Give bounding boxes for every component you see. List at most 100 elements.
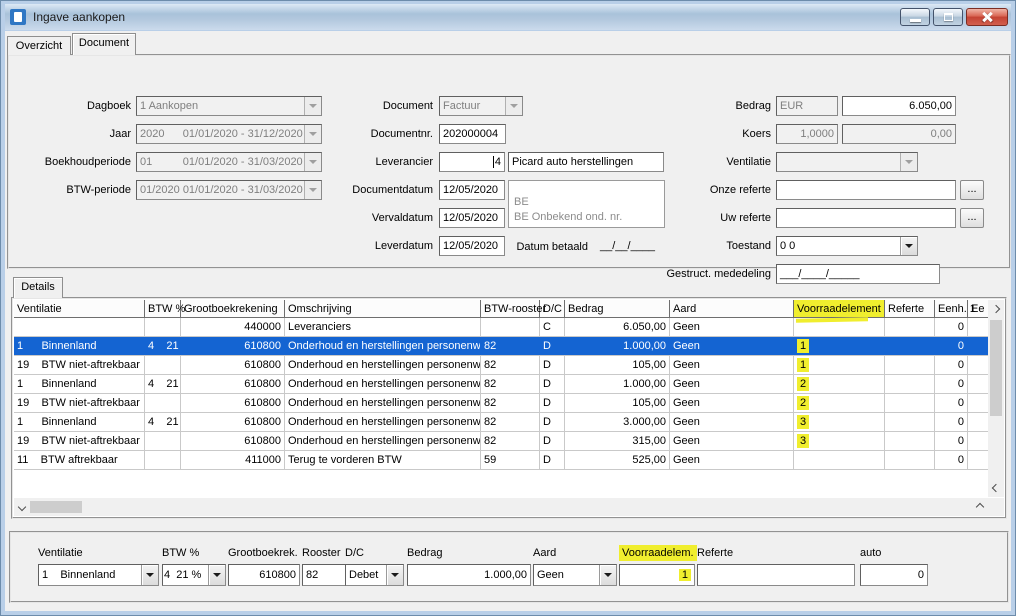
- table-cell-dc[interactable]: C: [540, 318, 565, 336]
- table-cell-bedrag[interactable]: 6.050,00: [565, 318, 670, 336]
- table-cell-voorraad[interactable]: 3: [794, 432, 885, 450]
- onze-referte-input[interactable]: [776, 180, 956, 200]
- table-cell-rekening[interactable]: 440000: [181, 318, 285, 336]
- table-cell-omschrijving[interactable]: Onderhoud en herstellingen personenwa: [285, 413, 481, 431]
- table-cell-btw[interactable]: 4 21 %: [145, 413, 181, 431]
- table-cell-dc[interactable]: D: [540, 451, 565, 469]
- table-cell-ventilatie[interactable]: 1 Binnenland: [14, 337, 145, 355]
- restore-button[interactable]: [933, 8, 963, 26]
- title-bar[interactable]: Ingave aankopen: [5, 4, 1011, 30]
- table-cell-ee[interactable]: [968, 337, 988, 355]
- table-cell-dc[interactable]: D: [540, 356, 565, 374]
- table-cell-voorraad[interactable]: 2: [794, 394, 885, 412]
- table-cell-referte[interactable]: [885, 451, 935, 469]
- gestruct-mededeling-input[interactable]: ___/____/_____: [776, 264, 940, 284]
- table-cell-ee[interactable]: [968, 432, 988, 450]
- table-cell-dc[interactable]: D: [540, 432, 565, 450]
- table-row[interactable]: 19 BTW niet-aftrekbaar610800Onderhoud en…: [14, 394, 988, 413]
- grid-column-header[interactable]: Grootboekrekening: [181, 300, 285, 317]
- table-cell-omschrijving[interactable]: Onderhoud en herstellingen personenwa: [285, 375, 481, 393]
- chevron-down-icon[interactable]: [505, 97, 522, 115]
- table-cell-ee[interactable]: [968, 356, 988, 374]
- table-cell-btw[interactable]: [145, 318, 181, 336]
- table-cell-bedrag[interactable]: 3.000,00: [565, 413, 670, 431]
- table-cell-btw[interactable]: 4 21 %: [145, 375, 181, 393]
- table-cell-eenh1[interactable]: 0: [935, 375, 968, 393]
- detail-bedrag-input[interactable]: 1.000,00: [407, 564, 531, 586]
- documentnr-input[interactable]: 202000004: [439, 124, 506, 144]
- grid-column-header[interactable]: Eenh. 1: [935, 300, 968, 317]
- table-cell-rekening[interactable]: 610800: [181, 337, 285, 355]
- boekhoudperiode-combobox[interactable]: 01 01/01/2020 - 31/03/2020: [136, 152, 322, 172]
- table-cell-ee[interactable]: [968, 318, 988, 336]
- table-cell-rooster[interactable]: 82: [481, 394, 540, 412]
- grid-column-header[interactable]: Ventilatie: [14, 300, 145, 317]
- ventilatie-combobox[interactable]: [776, 152, 918, 172]
- table-cell-aard[interactable]: Geen: [670, 356, 794, 374]
- table-cell-rooster[interactable]: 82: [481, 356, 540, 374]
- table-cell-ventilatie[interactable]: 11 BTW aftrekbaar: [14, 451, 145, 469]
- vertical-scroll-thumb[interactable]: [990, 320, 1002, 416]
- table-cell-omschrijving[interactable]: Onderhoud en herstellingen personenwa: [285, 337, 481, 355]
- table-cell-ee[interactable]: [968, 375, 988, 393]
- grid-column-header[interactable]: Omschrijving: [285, 300, 481, 317]
- table-cell-eenh1[interactable]: 0: [935, 451, 968, 469]
- table-cell-ventilatie[interactable]: 1 Binnenland: [14, 413, 145, 431]
- table-cell-bedrag[interactable]: 105,00: [565, 394, 670, 412]
- table-cell-bedrag[interactable]: 1.000,00: [565, 375, 670, 393]
- table-cell-ee[interactable]: [968, 394, 988, 412]
- detail-ventilatie-combobox[interactable]: 1 Binnenland: [38, 564, 159, 586]
- chevron-down-icon[interactable]: [599, 565, 616, 585]
- table-cell-eenh1[interactable]: 0: [935, 318, 968, 336]
- table-cell-bedrag[interactable]: 1.000,00: [565, 337, 670, 355]
- detail-voorraadelem-input[interactable]: 1: [619, 564, 695, 586]
- table-cell-ventilatie[interactable]: 19 BTW niet-aftrekbaar: [14, 356, 145, 374]
- tab-overzicht[interactable]: Overzicht: [7, 36, 71, 55]
- table-cell-bedrag[interactable]: 315,00: [565, 432, 670, 450]
- table-cell-ee[interactable]: [968, 413, 988, 431]
- dagboek-combobox[interactable]: 1 Aankopen: [136, 96, 322, 116]
- table-cell-btw[interactable]: [145, 394, 181, 412]
- table-cell-eenh1[interactable]: 0: [935, 337, 968, 355]
- table-cell-dc[interactable]: D: [540, 375, 565, 393]
- table-cell-ee[interactable]: [968, 451, 988, 469]
- table-cell-aard[interactable]: Geen: [670, 318, 794, 336]
- uw-referte-browse-button[interactable]: ...: [960, 208, 984, 228]
- document-combobox[interactable]: Factuur: [439, 96, 523, 116]
- grid-column-header[interactable]: Ee: [968, 300, 988, 317]
- table-cell-dc[interactable]: D: [540, 394, 565, 412]
- detail-aard-combobox[interactable]: Geen: [533, 564, 617, 586]
- grid-column-header[interactable]: Referte: [885, 300, 935, 317]
- table-cell-eenh1[interactable]: 0: [935, 356, 968, 374]
- grid-column-header[interactable]: Aard: [670, 300, 794, 317]
- uw-referte-input[interactable]: [776, 208, 956, 228]
- table-cell-omschrijving[interactable]: Onderhoud en herstellingen personenwa: [285, 394, 481, 412]
- bedrag-input[interactable]: 6.050,00: [842, 96, 956, 116]
- table-cell-bedrag[interactable]: 105,00: [565, 356, 670, 374]
- table-cell-voorraad[interactable]: 2: [794, 375, 885, 393]
- table-cell-rekening[interactable]: 610800: [181, 432, 285, 450]
- chevron-down-icon[interactable]: [208, 565, 225, 585]
- table-cell-rooster[interactable]: 82: [481, 413, 540, 431]
- table-cell-aard[interactable]: Geen: [670, 375, 794, 393]
- table-cell-voorraad[interactable]: 1: [794, 356, 885, 374]
- table-cell-voorraad[interactable]: [794, 451, 885, 469]
- table-cell-rooster[interactable]: 82: [481, 432, 540, 450]
- table-row[interactable]: 1 Binnenland4 21 %610800Onderhoud en her…: [14, 413, 988, 432]
- table-cell-dc[interactable]: D: [540, 337, 565, 355]
- table-cell-referte[interactable]: [885, 318, 935, 336]
- table-cell-btw[interactable]: 4 21 %: [145, 337, 181, 355]
- table-cell-btw[interactable]: [145, 432, 181, 450]
- table-row[interactable]: 19 BTW niet-aftrekbaar610800Onderhoud en…: [14, 432, 988, 451]
- chevron-down-icon[interactable]: [141, 565, 158, 585]
- chevron-down-icon[interactable]: [386, 565, 403, 585]
- table-cell-ventilatie[interactable]: [14, 318, 145, 336]
- detail-dc-combobox[interactable]: Debet: [345, 564, 404, 586]
- table-cell-aard[interactable]: Geen: [670, 432, 794, 450]
- grid-column-header[interactable]: Voorraadelement: [794, 300, 885, 317]
- table-cell-eenh1[interactable]: 0: [935, 432, 968, 450]
- detail-btw-combobox[interactable]: 4 21 %: [162, 564, 226, 586]
- table-cell-omschrijving[interactable]: Leveranciers: [285, 318, 481, 336]
- table-cell-ventilatie[interactable]: 19 BTW niet-aftrekbaar: [14, 394, 145, 412]
- table-cell-rooster[interactable]: 59: [481, 451, 540, 469]
